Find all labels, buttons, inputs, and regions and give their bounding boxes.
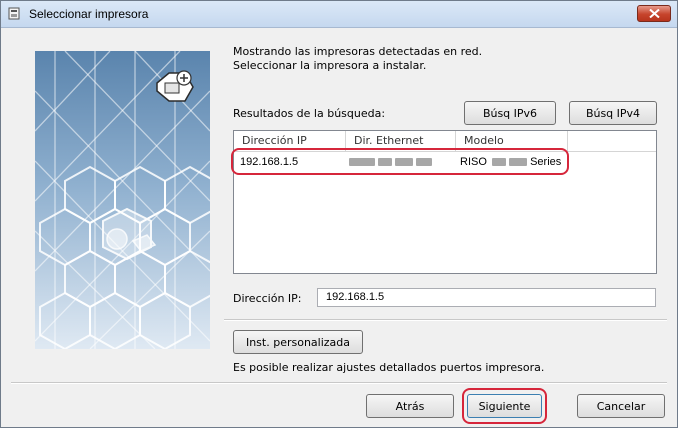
cancel-button[interactable]: Cancelar <box>577 394 665 418</box>
close-button[interactable] <box>637 5 671 22</box>
search-ipv4-button[interactable]: Búsq IPv4 <box>569 101 657 125</box>
custom-install-note: Es posible realizar ajustes detallados p… <box>233 361 545 374</box>
custom-install-button[interactable]: Inst. personalizada <box>233 330 363 354</box>
side-illustration <box>35 51 210 349</box>
search-results-label: Resultados de la búsqueda: <box>233 107 386 120</box>
search-ipv6-button[interactable]: Búsq IPv6 <box>464 101 556 125</box>
window-title: Seleccionar impresora <box>29 7 149 21</box>
hexagon-network-illustration <box>35 51 210 349</box>
close-x-icon <box>649 9 660 18</box>
next-highlight-annotation <box>462 388 547 424</box>
separator-footer <box>11 382 667 384</box>
printer-app-icon <box>8 7 20 20</box>
intro-line-2: Seleccionar la impresora a instalar. <box>233 59 427 72</box>
ip-address-label: Dirección IP: <box>233 292 302 305</box>
separator-mid <box>224 319 667 321</box>
printer-select-dialog: Seleccionar impresora Mostrando las impr… <box>0 0 678 428</box>
title-bar[interactable]: Seleccionar impresora <box>1 1 677 28</box>
row-highlight-annotation <box>231 148 569 175</box>
back-button[interactable]: Atrás <box>366 394 454 418</box>
intro-line-1: Mostrando las impresoras detectadas en r… <box>233 45 483 58</box>
ip-address-input[interactable]: 192.168.1.5 <box>317 288 656 307</box>
